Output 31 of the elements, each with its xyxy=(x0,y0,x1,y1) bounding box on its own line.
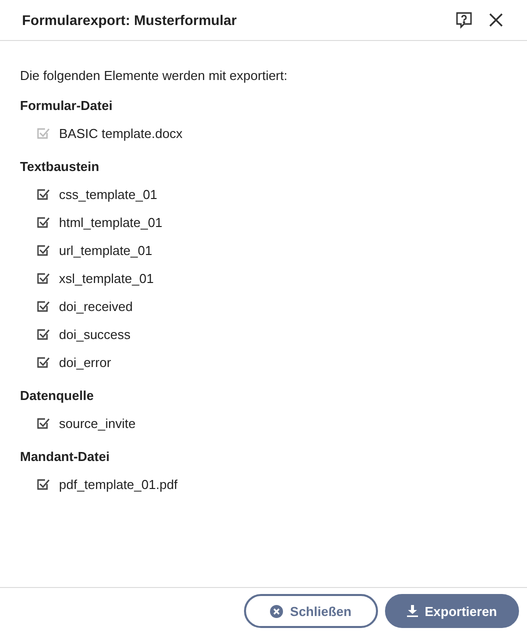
intro-text: Die folgenden Elemente werden mit exportiert: xyxy=(20,68,288,83)
item-label: css_template_01 xyxy=(59,186,158,202)
item-label: source_invite xyxy=(59,416,136,430)
checkbox[interactable] xyxy=(36,477,50,491)
download-icon xyxy=(406,605,418,617)
item-label: html_template_01 xyxy=(59,214,162,230)
item-label: BASIC template.docx xyxy=(59,126,183,140)
checkbox[interactable] xyxy=(36,355,50,369)
checkbox[interactable] xyxy=(36,327,50,341)
section-heading: Formular-Datei xyxy=(20,98,114,113)
checkbox[interactable] xyxy=(36,299,50,313)
dialog-title: Formularexport: Musterformular xyxy=(22,12,238,28)
close-circle-icon xyxy=(270,604,284,618)
help-icon[interactable] xyxy=(455,11,473,29)
section-heading: Textbaustein xyxy=(20,159,100,174)
item-label: doi_success xyxy=(59,326,131,342)
checkbox[interactable] xyxy=(36,187,50,201)
checkbox[interactable] xyxy=(36,243,50,257)
item-label: pdf_template_01.pdf xyxy=(59,476,178,492)
item-label: url_template_01 xyxy=(59,242,152,258)
item-label: doi_received xyxy=(59,298,133,314)
section-heading: Mandant-Datei xyxy=(20,449,111,464)
export-button[interactable]: Exportieren xyxy=(384,594,519,628)
checkbox[interactable] xyxy=(36,416,50,430)
checkbox[interactable] xyxy=(36,215,50,229)
checkbox[interactable] xyxy=(36,271,50,285)
close-icon[interactable] xyxy=(489,13,503,27)
section-heading: Datenquelle xyxy=(20,388,95,403)
close-button[interactable]: Schließen xyxy=(244,594,378,628)
item-label: doi_error xyxy=(59,354,112,370)
item-label: xsl_template_01 xyxy=(59,270,154,286)
